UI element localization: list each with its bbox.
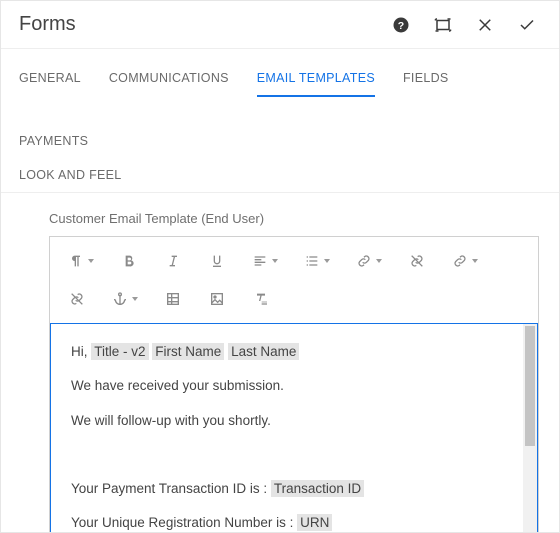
tabs: GENERAL COMMUNICATIONS EMAIL TEMPLATES F… [1, 49, 559, 193]
link-button[interactable] [346, 245, 392, 277]
line-urn-prefix: Your Unique Registration Number is : [71, 515, 297, 530]
tab-email-templates[interactable]: EMAIL TEMPLATES [257, 61, 375, 97]
rich-text-editor: Hi, Title - v2 First Name Last Name We h… [49, 236, 539, 532]
list-button[interactable] [294, 245, 340, 277]
line-txn-prefix: Your Payment Transaction ID is : [71, 481, 271, 496]
header-actions: ? [381, 5, 547, 45]
link2-button[interactable] [442, 245, 488, 277]
editor-content-area[interactable]: Hi, Title - v2 First Name Last Name We h… [50, 323, 538, 532]
tab-general[interactable]: GENERAL [19, 61, 81, 96]
svg-text:?: ? [398, 19, 404, 31]
align-button[interactable] [242, 245, 288, 277]
body: Customer Email Template (End User) [1, 193, 559, 532]
token-transaction-id[interactable]: Transaction ID [271, 480, 364, 497]
scrollbar-thumb[interactable] [525, 326, 535, 446]
unlink2-button[interactable] [58, 283, 96, 315]
token-first-name[interactable]: First Name [152, 343, 224, 360]
tab-look-and-feel[interactable]: LOOK AND FEEL [19, 158, 122, 192]
header: Forms ? [1, 1, 559, 49]
bold-button[interactable] [110, 245, 148, 277]
section-label: Customer Email Template (End User) [49, 211, 539, 226]
tab-payments[interactable]: PAYMENTS [19, 124, 88, 158]
page-title: Forms [19, 13, 76, 36]
unlink-button[interactable] [398, 245, 436, 277]
tab-communications[interactable]: COMMUNICATIONS [109, 61, 229, 96]
clear-format-button[interactable] [242, 283, 280, 315]
paragraph-format-button[interactable] [58, 245, 104, 277]
editor-toolbar [50, 237, 538, 323]
fullscreen-icon[interactable] [423, 5, 463, 45]
line-received: We have received your submission. [71, 376, 503, 396]
help-icon[interactable]: ? [381, 5, 421, 45]
anchor-button[interactable] [102, 283, 148, 315]
scrollbar[interactable] [523, 324, 537, 532]
token-urn[interactable]: URN [297, 514, 332, 531]
line-followup: We will follow-up with you shortly. [71, 411, 503, 431]
token-title[interactable]: Title - v2 [91, 343, 148, 360]
italic-button[interactable] [154, 245, 192, 277]
editor-content[interactable]: Hi, Title - v2 First Name Last Name We h… [51, 324, 523, 532]
table-button[interactable] [154, 283, 192, 315]
confirm-icon[interactable] [507, 5, 547, 45]
forms-panel: Forms ? GENERAL COMMUNICATIONS EMAIL TEM… [0, 0, 560, 533]
close-icon[interactable] [465, 5, 505, 45]
tab-fields[interactable]: FIELDS [403, 61, 449, 96]
underline-button[interactable] [198, 245, 236, 277]
greeting-prefix: Hi, [71, 344, 91, 359]
image-button[interactable] [198, 283, 236, 315]
token-last-name[interactable]: Last Name [228, 343, 299, 360]
